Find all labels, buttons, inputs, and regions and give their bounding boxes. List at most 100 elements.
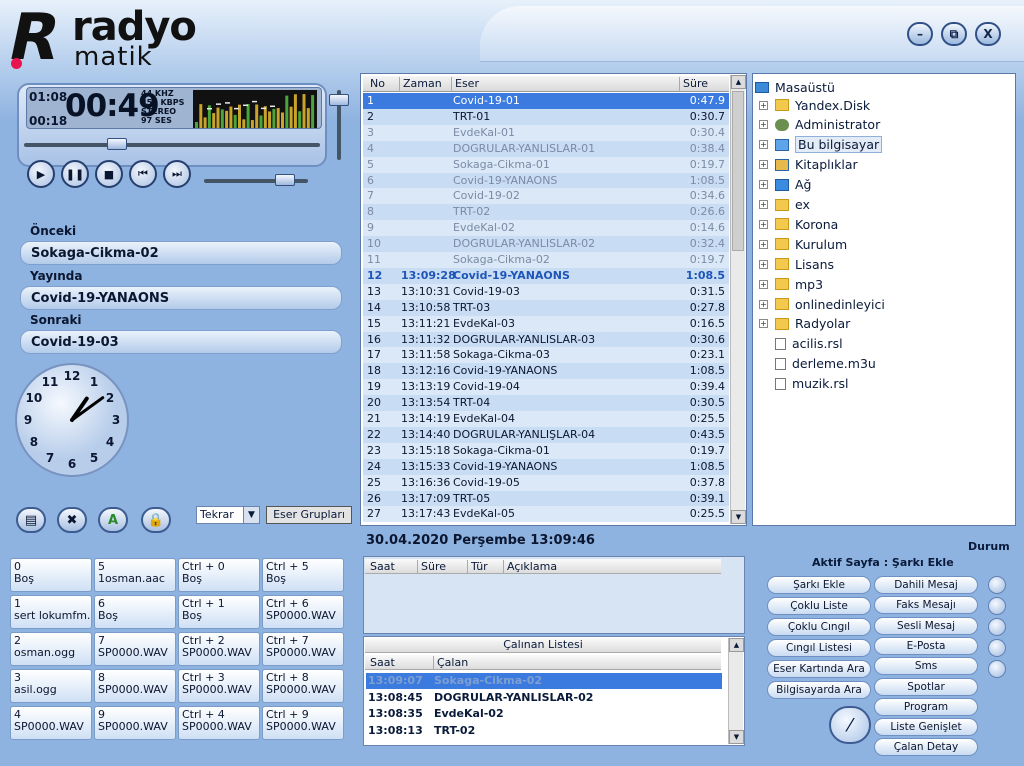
playlist-row[interactable]: 13 13:10:31 Covid-19-03 0:31.5	[363, 283, 729, 300]
hotkey-slot[interactable]: 5 1osman.aac	[94, 558, 176, 592]
hotkey-slot[interactable]: Ctrl + 7 SP0000.WAV	[262, 632, 344, 666]
expand-icon[interactable]: +	[759, 319, 768, 329]
playlist-row[interactable]: 16 13:11:32 DOGRULAR-YANLISLAR-03 0:30.6	[363, 331, 729, 348]
col-info-time[interactable]: Saat	[367, 560, 395, 574]
hotkey-slot[interactable]: 4 SP0000.WAV	[10, 706, 92, 740]
playlist-row[interactable]: 9 EvdeKal-02 0:14.6	[363, 220, 729, 237]
hotkey-slot[interactable]: 7 SP0000.WAV	[94, 632, 176, 666]
playlist-row[interactable]: 5 Sokaga-Cikma-01 0:19.7	[363, 156, 729, 173]
playlist-table[interactable]: No Zaman Eser Süre ▲ ▼ 1 Covid-19-01 0:47.…	[360, 73, 747, 526]
col-played-time[interactable]: Saat	[367, 656, 395, 670]
playlist-row[interactable]: 10 DOGRULAR-YANLISLAR-02 0:32.4	[363, 236, 729, 253]
action-button[interactable]: Dahili Mesaj	[874, 576, 978, 594]
tree-item[interactable]: + mp3	[753, 275, 1003, 293]
action-button[interactable]: Çoklu Cıngıl	[767, 618, 871, 636]
document-icon[interactable]: ▤	[16, 507, 46, 533]
tree-item[interactable]: derleme.m3u	[753, 355, 1003, 373]
playlist-row[interactable]: 25 13:16:36 Covid-19-05 0:37.8	[363, 474, 729, 491]
tree-item[interactable]: + Radyolar	[753, 315, 1003, 333]
tree-item[interactable]: + Lisans	[753, 255, 1003, 273]
action-button[interactable]: Program	[874, 697, 978, 716]
expand-icon[interactable]: +	[759, 120, 768, 130]
playlist-row[interactable]: 14 13:10:58 TRT-03 0:27.8	[363, 299, 729, 316]
col-title[interactable]: Eser	[451, 77, 479, 92]
action-button[interactable]: Çalan Detay	[874, 738, 978, 757]
play-button[interactable]: ▶	[27, 160, 55, 188]
work-groups-button[interactable]: Eser Grupları	[266, 506, 352, 524]
action-button[interactable]: Faks Mesajı	[874, 596, 978, 615]
expand-icon[interactable]: +	[759, 239, 768, 249]
previous-button[interactable]: ⏮	[129, 160, 157, 188]
hotkey-slot[interactable]: Ctrl + 0 Boş	[178, 558, 260, 592]
played-row[interactable]: 13:08:13 TRT-02	[366, 723, 722, 739]
tree-item[interactable]: + Kitaplıklar	[753, 156, 1003, 174]
playlist-row[interactable]: 18 13:12:16 Covid-19-YANAONS 1:08.5	[363, 363, 729, 380]
playlist-row[interactable]: 24 13:15:33 Covid-19-YANAONS 1:08.5	[363, 458, 729, 475]
hotkey-slot[interactable]: Ctrl + 4 SP0000.WAV	[178, 706, 260, 740]
scroll-thumb[interactable]	[732, 91, 744, 251]
tree-item[interactable]: + Ağ	[753, 176, 1003, 194]
hotkey-slot[interactable]: Ctrl + 9 SP0000.WAV	[262, 706, 344, 740]
status-indicator[interactable]	[988, 639, 1006, 657]
expand-icon[interactable]: +	[759, 100, 768, 110]
scroll-up-icon[interactable]: ▲	[731, 75, 746, 89]
expand-icon[interactable]: +	[759, 259, 768, 269]
col-info-duration[interactable]: Süre	[417, 560, 446, 574]
playlist-row[interactable]: 11 Sokaga-Cikma-02 0:19.7	[363, 252, 729, 268]
hotkey-slot[interactable]: Ctrl + 5 Boş	[262, 558, 344, 592]
col-played-title[interactable]: Çalan	[433, 656, 468, 670]
hotkey-slot[interactable]: Ctrl + 2 SP0000.WAV	[178, 632, 260, 666]
hotkey-slot[interactable]: Ctrl + 3 SP0000.WAV	[178, 669, 260, 703]
playlist-row[interactable]: 7 Covid-19-02 0:34.6	[363, 188, 729, 205]
col-no[interactable]: No	[367, 77, 385, 92]
tree-item[interactable]: + Bu bilgisayar	[753, 136, 1003, 154]
action-button[interactable]: Çoklu Liste	[767, 597, 871, 615]
playlist-scrollbar[interactable]: ▲ ▼	[730, 75, 746, 524]
tree-item[interactable]: + Kurulum	[753, 235, 1003, 253]
expand-icon[interactable]: +	[759, 219, 768, 229]
playlist-row[interactable]: 27 13:17:43 EvdeKal-05 0:25.5	[363, 506, 729, 523]
hotkey-slot[interactable]: Ctrl + 8 SP0000.WAV	[262, 669, 344, 703]
tree-item[interactable]: + onlinedinleyici	[753, 295, 1003, 313]
action-button[interactable]: Bilgisayarda Ara	[767, 681, 871, 699]
stop-button[interactable]: ■	[95, 160, 123, 188]
col-info-type[interactable]: Tür	[467, 560, 488, 574]
tree-item[interactable]: + Korona	[753, 215, 1003, 233]
repeat-select[interactable]: Tekrar ▼	[196, 506, 260, 524]
hotkey-slot[interactable]: 6 Boş	[94, 595, 176, 629]
scroll-down-icon[interactable]: ▼	[729, 730, 744, 744]
tree-item[interactable]: muzik.rsl	[753, 375, 1003, 393]
col-time[interactable]: Zaman	[399, 77, 442, 92]
playlist-row[interactable]: 20 13:13:54 TRT-04 0:30.5	[363, 395, 729, 412]
folder-tree[interactable]: Masaüstü + Yandex.Disk + Administrator + Bu b…	[752, 73, 1016, 526]
hotkey-slot[interactable]: Ctrl + 6 SP0000.WAV	[262, 595, 344, 629]
playlist-row[interactable]: 22 13:14:40 DOGRULAR-YANLIŞLAR-04 0:43.5	[363, 426, 729, 443]
expand-icon[interactable]: +	[759, 180, 768, 190]
playlist-row[interactable]: 21 13:14:19 EvdeKal-04 0:25.5	[363, 411, 729, 427]
col-duration[interactable]: Süre	[679, 77, 708, 92]
font-icon[interactable]: A	[98, 507, 128, 533]
played-list[interactable]: Çalınan Listesi Saat Çalan ▲ ▼ 13:09:07 S…	[363, 636, 745, 746]
scroll-down-icon[interactable]: ▼	[731, 510, 746, 524]
hotkey-slot[interactable]: 9 SP0000.WAV	[94, 706, 176, 740]
close-button[interactable]: X	[975, 22, 1001, 46]
hotkey-slot[interactable]: 0 Boş	[10, 558, 92, 592]
hotkey-slot[interactable]: 3 asil.ogg	[10, 669, 92, 703]
expand-icon[interactable]: +	[759, 299, 768, 309]
magic-wand-icon[interactable]: ⁄	[829, 706, 871, 744]
playlist-row[interactable]: 19 13:13:19 Covid-19-04 0:39.4	[363, 379, 729, 396]
tools-icon[interactable]: ✖	[57, 507, 87, 533]
playlist-row[interactable]: 8 TRT-02 0:26.6	[363, 204, 729, 221]
action-button[interactable]: Şarkı Ekle	[767, 576, 871, 594]
scroll-up-icon[interactable]: ▲	[729, 638, 744, 652]
playlist-row[interactable]: 3 EvdeKal-01 0:30.4	[363, 124, 729, 141]
volume-slider[interactable]	[329, 86, 349, 162]
balance-slider[interactable]	[204, 174, 308, 187]
played-scrollbar[interactable]: ▲ ▼	[728, 638, 744, 744]
action-button[interactable]: Spotlar	[874, 677, 978, 696]
col-info-description[interactable]: Açıklama	[503, 560, 557, 574]
action-button[interactable]: Sms	[874, 657, 978, 676]
restore-button[interactable]: ⧉	[941, 22, 967, 46]
info-list[interactable]: Saat Süre Tür Açıklama	[363, 556, 745, 634]
playlist-row[interactable]: 23 13:15:18 Sokaga-Cikma-01 0:19.7	[363, 442, 729, 459]
